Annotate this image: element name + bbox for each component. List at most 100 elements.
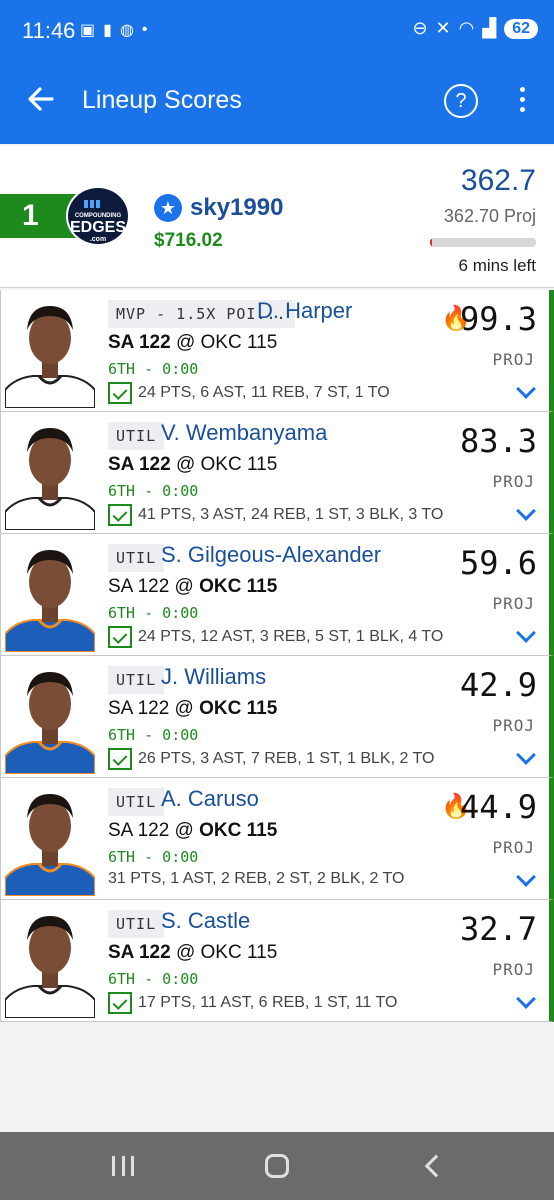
time-left: 6 mins left [458,256,536,275]
proj-label: PROJ [492,838,535,857]
time-progress-bar [430,238,536,247]
chevron-down-icon[interactable] [516,501,536,521]
game-period: 6TH - 0:00 [108,970,199,988]
chevron-down-icon[interactable] [516,867,536,887]
proj-label: PROJ [492,716,535,735]
game-score: SA 122 @ OKC 115 [108,454,278,475]
nba-icon: ▮ [103,22,112,39]
battery-icon: 62 [504,18,538,39]
mute-icon: ✕ [435,18,451,38]
player-photo [5,538,95,652]
app-bar: Lineup Scores ? [0,60,554,144]
game-period: 6TH - 0:00 [108,848,199,866]
check-icon [108,382,132,404]
stat-text: 31 PTS, 1 AST, 2 REB, 2 ST, 2 BLK, 2 TO [108,870,405,887]
notification-icons: ▣ ▮ ◍ • [80,20,148,40]
proj-label: PROJ [492,472,535,491]
chevron-down-icon[interactable] [516,623,536,643]
stat-text: 17 PTS, 11 AST, 6 REB, 1 ST, 11 TO [138,994,398,1011]
stat-line: 41 PTS, 3 AST, 24 REB, 1 ST, 3 BLK, 3 TO [108,504,443,526]
fantasy-points: 83.3 [459,422,537,460]
game-score: SA 122 @ OKC 115 [108,576,278,597]
stat-text: 41 PTS, 3 AST, 24 REB, 1 ST, 3 BLK, 3 TO [138,506,444,523]
fantasy-points: 44.9 [459,788,537,826]
check-icon [108,504,132,526]
check-icon [108,748,132,770]
star-icon: ★ [154,194,182,222]
player-photo [5,416,95,530]
player-name[interactable]: S. Castle [161,908,250,934]
signal-icon: ▟ [482,18,497,38]
proj-label: PROJ [492,594,535,613]
wifi-icon: ◠ [458,18,475,38]
player-row[interactable]: UTIL V. Wembanyama SA 122 @ OKC 115 6TH … [0,412,554,534]
logo-bars-icon [84,200,112,208]
fantasy-points: 32.7 [459,910,537,948]
status-time: 11:46 [22,18,76,43]
chevron-down-icon[interactable] [516,989,536,1009]
fantasy-points: 59.6 [459,544,537,582]
player-name[interactable]: S. Gilgeous-Alexander [161,542,381,568]
page-title: Lineup Scores [82,86,242,114]
proj-label: PROJ [492,960,535,979]
help-icon[interactable]: ? [444,84,478,118]
progress-fill [430,238,433,247]
projection: 362.70 Proj [443,206,536,226]
game-score: SA 122 @ OKC 115 [108,942,278,963]
player-name[interactable]: D. Harper [257,298,352,324]
player-row[interactable]: UTIL S. Gilgeous-Alexander SA 122 @ OKC … [0,534,554,656]
lineup-summary: 1 COMPOUNDING EDGES .com ★ sky1990 $716.… [0,146,554,288]
proj-label: PROJ [492,350,535,369]
stat-text: 24 PTS, 12 AST, 3 REB, 5 ST, 1 BLK, 4 TO [138,628,444,645]
player-row[interactable]: UTIL J. Williams SA 122 @ OKC 115 6TH - … [0,656,554,778]
stat-line: 26 PTS, 3 AST, 7 REB, 1 ST, 1 BLK, 2 TO [108,748,434,770]
basketball-icon: ◍ [119,22,134,39]
player-photo [5,782,95,896]
player-photo [5,294,95,408]
check-icon [108,992,132,1014]
stat-line: 17 PTS, 11 AST, 6 REB, 1 ST, 11 TO [108,992,397,1014]
position-badge: UTIL [108,422,165,450]
winnings: $716.02 [154,230,223,251]
player-row[interactable]: UTIL S. Castle SA 122 @ OKC 115 6TH - 0:… [0,900,554,1022]
fantasy-points: 99.3 [459,300,537,338]
fantasy-points: 42.9 [459,666,537,704]
total-score: 362.7 [460,164,536,197]
game-period: 6TH - 0:00 [108,726,199,744]
chevron-down-icon[interactable] [516,745,536,765]
position-badge: UTIL [108,544,165,572]
game-score: SA 122 @ OKC 115 [108,820,278,841]
player-name[interactable]: A. Caruso [161,786,259,812]
dot-icon: • [141,21,148,38]
player-photo [5,904,95,1018]
dnd-icon: ⊖ [412,18,428,38]
status-bar: 11:46 ▣ ▮ ◍ • ⊖ ✕ ◠ ▟ 62 [0,0,554,60]
player-name[interactable]: V. Wembanyama [161,420,327,446]
username[interactable]: sky1990 [190,194,283,222]
game-period: 6TH - 0:00 [108,604,199,622]
team-logo: COMPOUNDING EDGES .com [66,186,130,246]
player-photo [5,660,95,774]
position-badge: UTIL [108,666,165,694]
position-badge: UTIL [108,788,165,816]
player-row[interactable]: MVP - 1.5X POI... D. Harper SA 122 @ OKC… [0,290,554,412]
stat-text: 24 PTS, 6 AST, 11 REB, 7 ST, 1 TO [138,384,390,401]
player-row[interactable]: UTIL A. Caruso SA 122 @ OKC 115 6TH - 0:… [0,778,554,900]
position-badge: UTIL [108,910,165,938]
chevron-down-icon[interactable] [516,379,536,399]
game-period: 6TH - 0:00 [108,360,199,378]
game-score: SA 122 @ OKC 115 [108,332,278,353]
recent-apps-icon[interactable] [112,1156,134,1176]
back-arrow-icon[interactable] [24,82,58,116]
player-name[interactable]: J. Williams [161,664,266,690]
system-nav-bar [0,1132,554,1200]
stat-line: 31 PTS, 1 AST, 2 REB, 2 ST, 2 BLK, 2 TO [108,870,404,888]
system-icons: ⊖ ✕ ◠ ▟ 62 [412,18,538,39]
stat-line: 24 PTS, 12 AST, 3 REB, 5 ST, 1 BLK, 4 TO [108,626,443,648]
more-options-icon[interactable] [512,84,532,118]
nav-back-icon[interactable] [424,1154,448,1178]
home-icon[interactable] [265,1154,289,1178]
stat-line: 24 PTS, 6 AST, 11 REB, 7 ST, 1 TO [108,382,390,404]
game-period: 6TH - 0:00 [108,482,199,500]
stat-text: 26 PTS, 3 AST, 7 REB, 1 ST, 1 BLK, 2 TO [138,750,435,767]
